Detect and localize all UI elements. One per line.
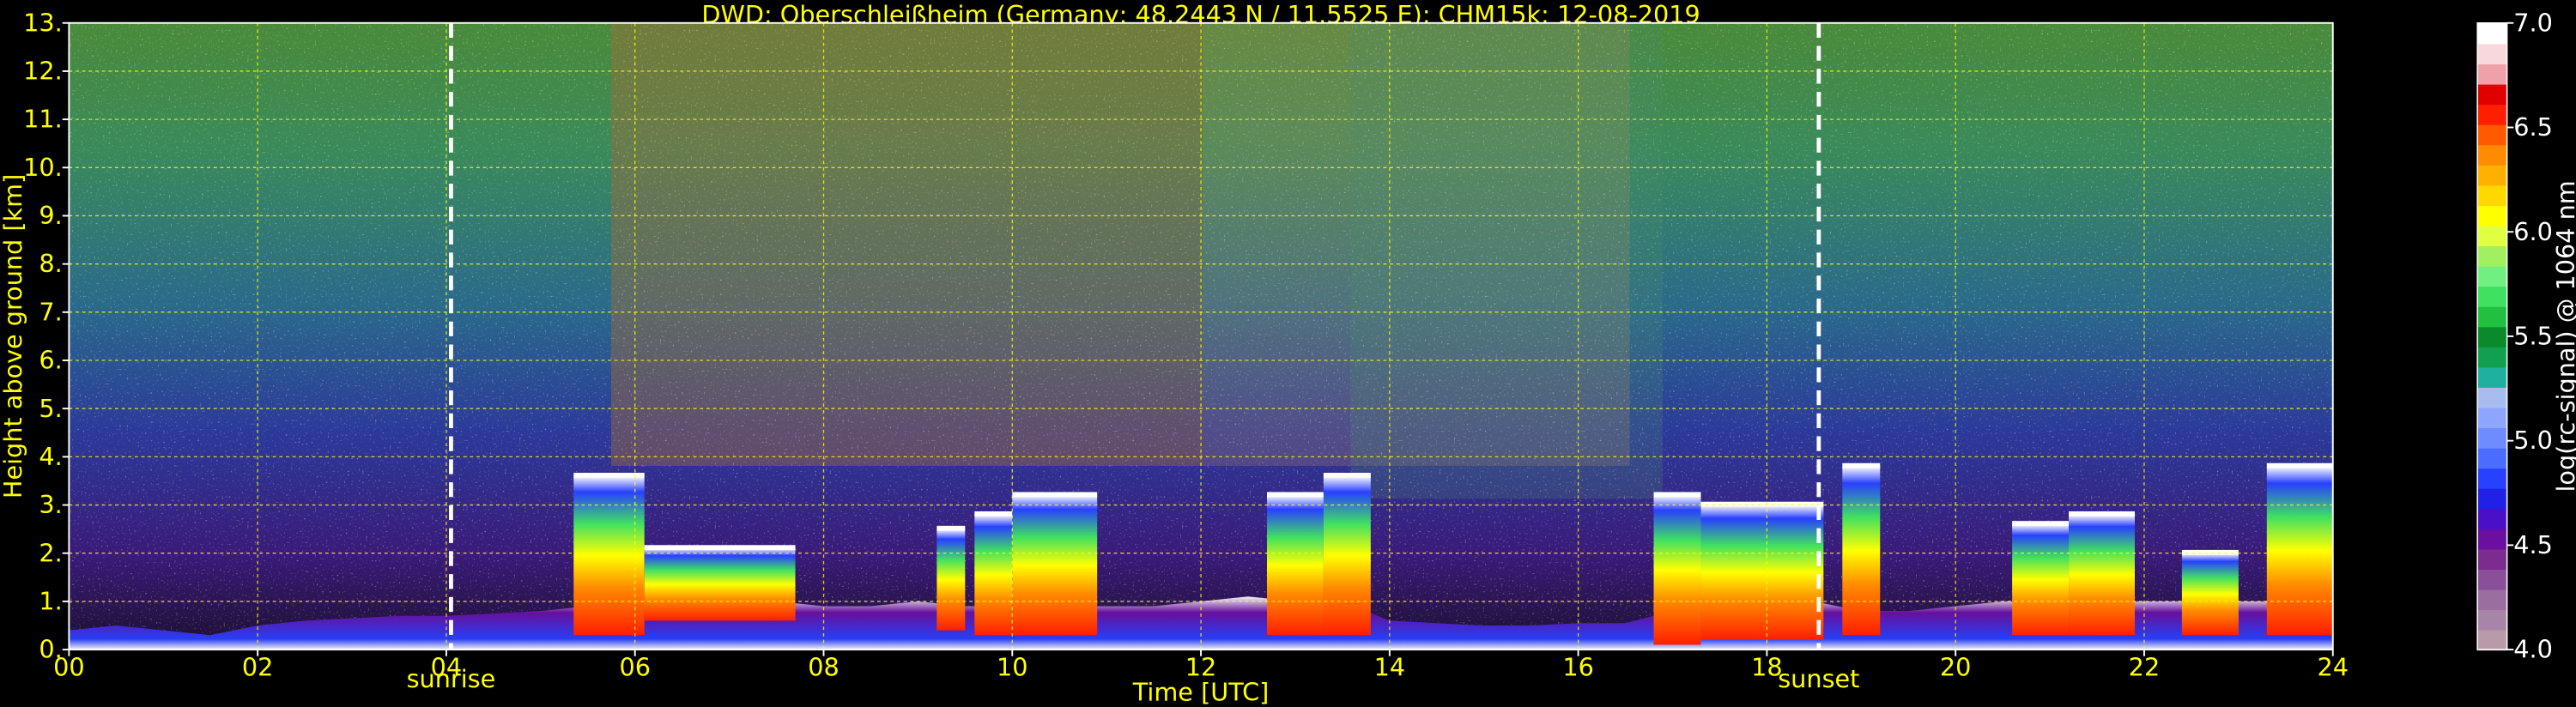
x-axis-label: Time [UTC]: [1132, 677, 1270, 706]
colorbar-band-5: [2477, 528, 2507, 550]
colorbar-band-12: [2477, 386, 2507, 408]
colorbar-band-8: [2477, 468, 2507, 489]
colorbar-band-25: [2477, 124, 2507, 146]
x-tick-label-10: 20: [1940, 653, 1972, 682]
colorbar-band-19: [2477, 245, 2507, 267]
colorbar-tick-label-1: 4.5: [2513, 530, 2553, 559]
colorbar-tick-label-0: 4.0: [2513, 635, 2553, 664]
y-tick-label-1: 1.: [39, 586, 62, 615]
colorbar-band-14: [2477, 346, 2507, 368]
colorbar-band-21: [2477, 204, 2507, 227]
colorbar-band-22: [2477, 184, 2507, 206]
colorbar-band-9: [2477, 447, 2507, 469]
colorbar: [2476, 22, 2508, 651]
cloud-segment-3: [974, 514, 1013, 636]
y-tick-label-8: 8.: [39, 249, 62, 278]
colorbar-band-4: [2477, 548, 2507, 570]
colorbar-band-17: [2477, 286, 2507, 307]
cloud-segment-4: [1012, 495, 1098, 636]
colorbar-band-10: [2477, 426, 2507, 449]
cloud-top-edge-10: [2012, 521, 2070, 526]
x-tick-label-8: 16: [1562, 653, 1594, 682]
cloud-top-edge-8: [1700, 501, 1824, 507]
cloud-top-edge-2: [936, 525, 966, 531]
cloud-top-edge-13: [2266, 462, 2333, 468]
cloud-top-edge-5: [1266, 492, 1324, 498]
cloud-top-edge-4: [1012, 492, 1098, 498]
colorbar-band-2: [2477, 589, 2507, 611]
y-tick-label-9: 9.: [39, 201, 62, 230]
cloud-top-edge-7: [1653, 492, 1701, 498]
colorbar-band-15: [2477, 326, 2507, 347]
colorbar-band-18: [2477, 265, 2507, 287]
x-tick-label-11: 22: [2129, 653, 2161, 682]
y-tick-label-13: 13.: [23, 8, 63, 37]
colorbar-band-29: [2477, 43, 2507, 65]
cloud-segment-9: [1842, 466, 1881, 636]
colorbar-band-27: [2477, 83, 2507, 106]
ceilometer-figure: DWD: Oberschleißheim (Germany; 48.2443 N…: [0, 0, 2576, 706]
y-tick-label-3: 3.: [39, 490, 62, 519]
cloud-top-edge-6: [1323, 473, 1371, 478]
cloud-segment-2: [936, 529, 966, 631]
cloud-segment-11: [2069, 514, 2135, 636]
x-tick-label-7: 14: [1374, 653, 1406, 682]
cloud-top-edge-12: [2181, 549, 2239, 555]
y-tick-label-11: 11.: [23, 105, 63, 134]
cloud-top-edge-11: [2069, 511, 2135, 517]
colorbar-band-23: [2477, 164, 2507, 186]
y-tick-label-6: 6.: [39, 346, 62, 375]
x-tick-label-5: 10: [997, 653, 1028, 682]
cloud-segment-5: [1266, 495, 1324, 636]
y-tick-label-10: 10.: [23, 153, 63, 182]
colorbar-ticks: 4.0 4.5 5.0 5.5 6.0 6.5 7.0: [2506, 8, 2553, 664]
cloud-top-edge-3: [974, 511, 1013, 517]
cloud-segment-6: [1323, 475, 1371, 636]
y-tick-label-0: 0.: [39, 635, 62, 664]
cloud-top-edge-0: [573, 473, 645, 478]
x-tick-label-12: 24: [2317, 653, 2349, 682]
cloud-top-edge-9: [1842, 462, 1881, 468]
colorbar-band-24: [2477, 144, 2507, 166]
y-tick-label-4: 4.: [39, 442, 62, 471]
sun-marker-label-0: sunrise: [407, 664, 496, 693]
cloud-segment-12: [2181, 553, 2239, 636]
cloud-segment-13: [2266, 466, 2333, 636]
x-tick-label-4: 08: [808, 653, 839, 682]
y-tick-label-12: 12.: [23, 57, 63, 86]
colorbar-band-3: [2477, 568, 2507, 590]
colorbar-tick-label-2: 5.0: [2513, 426, 2553, 455]
colorbar-band-16: [2477, 305, 2507, 328]
y-tick-label-5: 5.: [39, 394, 62, 423]
cloud-segment-0: [573, 475, 645, 636]
colorbar-band-7: [2477, 487, 2507, 510]
colorbar-band-28: [2477, 63, 2507, 85]
y-axis-label: Height above ground [km]: [0, 174, 27, 499]
cloud-segment-1: [644, 548, 796, 621]
colorbar-band-1: [2477, 608, 2507, 631]
colorbar-band-26: [2477, 104, 2507, 125]
cloud-segment-10: [2012, 524, 2070, 636]
y-tick-label-2: 2.: [39, 538, 62, 567]
cloud-top-edge-1: [644, 545, 796, 551]
colorbar-tick-label-3: 5.5: [2513, 321, 2553, 350]
colorbar-tick-label-4: 6.0: [2513, 217, 2553, 246]
colorbar-band-13: [2477, 366, 2507, 388]
plot-area: [68, 21, 2334, 651]
sun-marker-label-1: sunset: [1778, 664, 1859, 693]
colorbar-tick-label-5: 6.5: [2513, 112, 2553, 142]
y-axis-ticks: 0. 1. 2. 3. 4. 5. 6. 7. 8. 9. 10. 11. 12. 13.: [23, 8, 70, 664]
colorbar-tick-label-6: 7.0: [2513, 8, 2553, 37]
y-tick-label-7: 7.: [39, 297, 62, 326]
colorbar-band-11: [2477, 407, 2507, 429]
colorbar-label: log(rc-signal) @ 1064 nm: [2551, 180, 2576, 492]
colorbar-band-0: [2477, 629, 2507, 651]
colorbar-band-6: [2477, 508, 2507, 529]
colorbar-band-20: [2477, 225, 2507, 247]
cloud-segment-7: [1653, 495, 1701, 645]
colorbar-band-30: [2477, 22, 2507, 45]
x-tick-label-1: 02: [242, 653, 274, 682]
cloud-segment-8: [1700, 505, 1824, 640]
x-tick-label-3: 06: [619, 653, 651, 682]
